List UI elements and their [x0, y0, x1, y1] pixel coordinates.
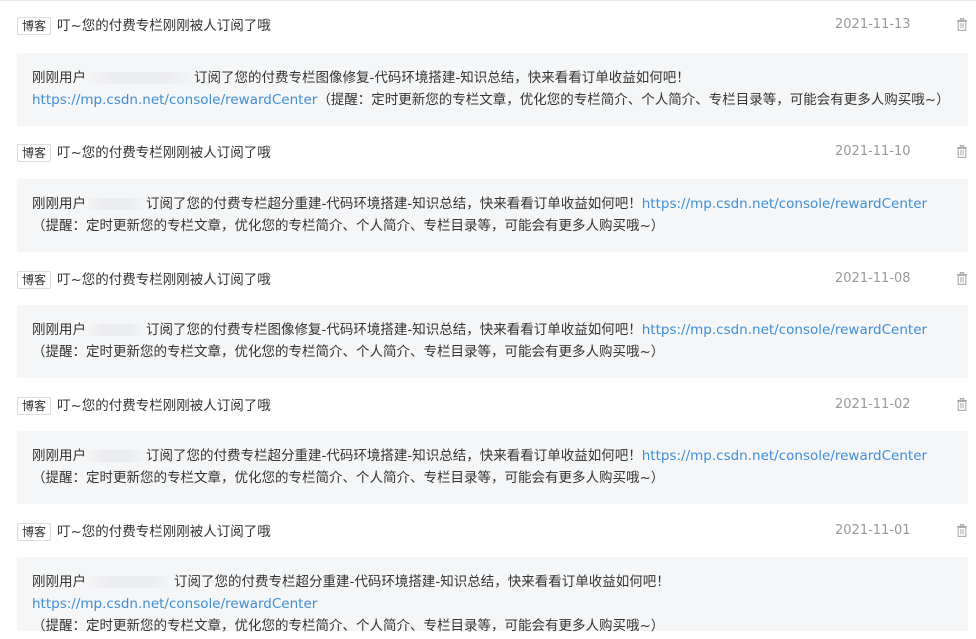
- category-tag: 博客: [17, 17, 51, 35]
- notification-title: 叮~您的付费专栏刚刚被人订阅了哦: [57, 272, 271, 288]
- user-prefix: 刚刚用户: [32, 574, 86, 590]
- notification-title: 叮~您的付费专栏刚刚被人订阅了哦: [57, 398, 271, 414]
- notification-date: 2021-11-02: [835, 397, 911, 412]
- trash-icon[interactable]: [956, 398, 968, 411]
- trash-icon[interactable]: [956, 272, 968, 285]
- category-tag: 博客: [17, 144, 51, 162]
- notification-item: 博客 叮~您的付费专栏刚刚被人订阅了哦 2021-11-13 刚刚用户 订阅了您的…: [0, 0, 976, 127]
- notification-title: 叮~您的付费专栏刚刚被人订阅了哦: [57, 145, 271, 161]
- notification-header: 博客 叮~您的付费专栏刚刚被人订阅了哦 2021-11-10: [0, 127, 976, 173]
- reward-center-link[interactable]: https://mp.csdn.net/console/rewardCenter: [642, 322, 927, 338]
- category-tag: 博客: [17, 397, 51, 415]
- reminder-text: （提醒：定时更新您的专栏文章，优化您的专栏简介、个人简介、专栏目录等，可能会有更…: [32, 470, 665, 486]
- message-text: 订阅了您的付费专栏图像修复-代码环境搭建-知识总结，快来看看订单收益如何吧！: [146, 322, 642, 338]
- user-prefix: 刚刚用户: [32, 322, 86, 338]
- user-prefix: 刚刚用户: [32, 70, 86, 86]
- notification-header: 博客 叮~您的付费专栏刚刚被人订阅了哦 2021-11-13: [0, 0, 976, 46]
- notification-date: 2021-11-08: [835, 271, 911, 286]
- redacted-username: [86, 450, 146, 462]
- trash-icon[interactable]: [956, 18, 968, 31]
- notification-item: 博客 叮~您的付费专栏刚刚被人订阅了哦 2021-11-02 刚刚用户 订阅了您的…: [0, 380, 976, 506]
- reward-center-link[interactable]: https://mp.csdn.net/console/rewardCenter: [32, 596, 317, 612]
- reward-center-link[interactable]: https://mp.csdn.net/console/rewardCenter: [32, 92, 317, 108]
- notification-body: 刚刚用户 订阅了您的付费专栏超分重建-代码环境搭建-知识总结，快来看看订单收益如何…: [17, 431, 968, 504]
- notification-title: 叮~您的付费专栏刚刚被人订阅了哦: [57, 524, 271, 540]
- redacted-username: [86, 576, 174, 588]
- reward-center-link[interactable]: https://mp.csdn.net/console/rewardCenter: [642, 448, 927, 464]
- notification-date: 2021-11-13: [835, 17, 911, 32]
- notification-body: 刚刚用户 订阅了您的付费专栏图像修复-代码环境搭建-知识总结，快来看看订单收益如何…: [17, 53, 968, 126]
- reminder-text: （提醒：定时更新您的专栏文章，优化您的专栏简介、个人简介、专栏目录等，可能会有更…: [317, 92, 950, 108]
- notification-item: 博客 叮~您的付费专栏刚刚被人订阅了哦 2021-11-01 刚刚用户 订阅了您的…: [0, 506, 976, 639]
- user-prefix: 刚刚用户: [32, 196, 86, 212]
- notification-item: 博客 叮~您的付费专栏刚刚被人订阅了哦 2021-11-08 刚刚用户 订阅了您的…: [0, 254, 976, 380]
- category-tag: 博客: [17, 271, 51, 289]
- notification-date: 2021-11-10: [835, 144, 911, 159]
- notification-body: 刚刚用户 订阅了您的付费专栏超分重建-代码环境搭建-知识总结，快来看看订单收益如何…: [17, 179, 968, 252]
- notification-date: 2021-11-01: [835, 523, 911, 538]
- message-text: 订阅了您的付费专栏超分重建-代码环境搭建-知识总结，快来看看订单收益如何吧！: [146, 448, 642, 464]
- redacted-username: [86, 324, 146, 336]
- reminder-text: （提醒：定时更新您的专栏文章，优化您的专栏简介、个人简介、专栏目录等，可能会有更…: [32, 618, 665, 634]
- notification-item: 博客 叮~您的付费专栏刚刚被人订阅了哦 2021-11-10 刚刚用户 订阅了您的…: [0, 127, 976, 254]
- reward-center-link[interactable]: https://mp.csdn.net/console/rewardCenter: [642, 196, 927, 212]
- notification-header: 博客 叮~您的付费专栏刚刚被人订阅了哦 2021-11-01: [0, 506, 976, 552]
- notification-header: 博客 叮~您的付费专栏刚刚被人订阅了哦 2021-11-02: [0, 380, 976, 426]
- redacted-username: [86, 198, 146, 210]
- reminder-text: （提醒：定时更新您的专栏文章，优化您的专栏简介、个人简介、专栏目录等，可能会有更…: [32, 218, 665, 234]
- message-text: 订阅了您的付费专栏超分重建-代码环境搭建-知识总结，快来看看订单收益如何吧！: [174, 574, 670, 590]
- category-tag: 博客: [17, 523, 51, 541]
- notification-body: 刚刚用户 订阅了您的付费专栏超分重建-代码环境搭建-知识总结，快来看看订单收益如何…: [17, 557, 968, 634]
- trash-icon[interactable]: [956, 145, 968, 158]
- trash-icon[interactable]: [956, 524, 968, 537]
- notification-header: 博客 叮~您的付费专栏刚刚被人订阅了哦 2021-11-08: [0, 254, 976, 300]
- user-prefix: 刚刚用户: [32, 448, 86, 464]
- reminder-text: （提醒：定时更新您的专栏文章，优化您的专栏简介、个人简介、专栏目录等，可能会有更…: [32, 344, 665, 360]
- redacted-username: [86, 72, 194, 84]
- message-text: 订阅了您的付费专栏超分重建-代码环境搭建-知识总结，快来看看订单收益如何吧！: [146, 196, 642, 212]
- notification-title: 叮~您的付费专栏刚刚被人订阅了哦: [57, 18, 271, 34]
- notification-body: 刚刚用户 订阅了您的付费专栏图像修复-代码环境搭建-知识总结，快来看看订单收益如何…: [17, 305, 968, 378]
- message-text: 订阅了您的付费专栏图像修复-代码环境搭建-知识总结，快来看看订单收益如何吧！: [194, 70, 690, 86]
